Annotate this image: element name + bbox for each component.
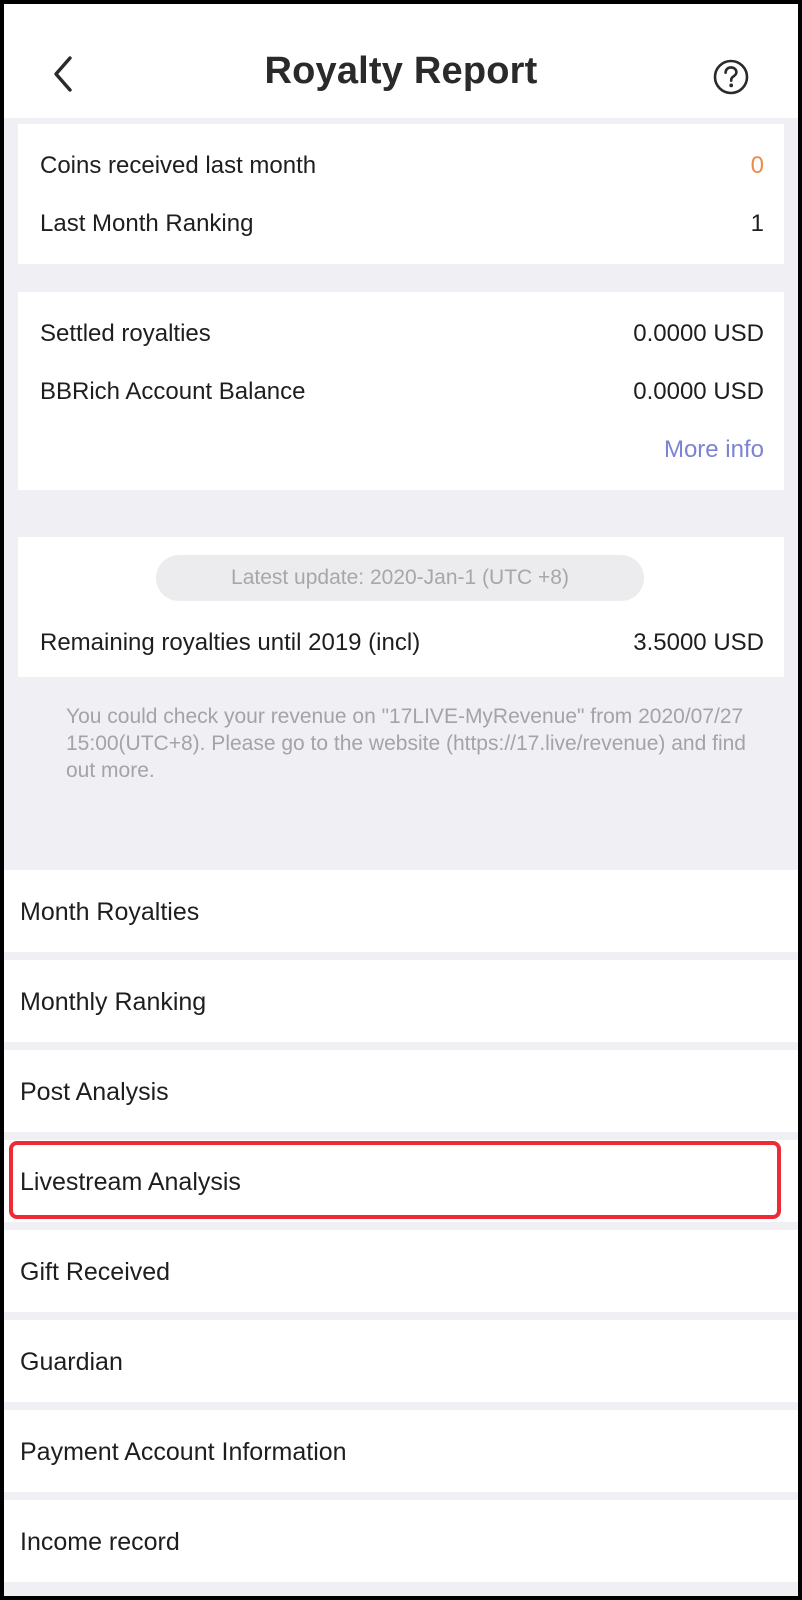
app-frame: Royalty Report Coins received last month…	[0, 0, 802, 1600]
page-title: Royalty Report	[264, 50, 538, 92]
ranking-value: 1	[750, 210, 764, 237]
menu-item-guardian[interactable]: Guardian	[4, 1320, 798, 1402]
remaining-royalties-card: Latest update: 2020-Jan-1 (UTC +8) Remai…	[18, 537, 784, 677]
summary-card: Coins received last month 0 Last Month R…	[18, 124, 784, 264]
account-balance-label: BBRich Account Balance	[40, 378, 306, 405]
royalties-card: Settled royalties 0.0000 USD BBRich Acco…	[18, 292, 784, 490]
help-button[interactable]	[712, 58, 750, 96]
menu-item-label: Post Analysis	[20, 1078, 169, 1106]
coins-label: Coins received last month	[40, 152, 317, 179]
coins-value: 0	[750, 152, 764, 179]
menu-item-monthly-ranking[interactable]: Monthly Ranking	[4, 960, 798, 1042]
menu-item-label: Month Royalties	[20, 898, 200, 926]
latest-update-badge: Latest update: 2020-Jan-1 (UTC +8)	[156, 555, 644, 601]
account-balance-value: 0.0000 USD	[633, 378, 764, 405]
menu-item-post-analysis[interactable]: Post Analysis	[4, 1050, 798, 1132]
menu-item-label: Payment Account Information	[20, 1438, 347, 1466]
more-info-link[interactable]: More info	[664, 436, 764, 464]
ranking-label: Last Month Ranking	[40, 210, 254, 237]
revenue-notice: You could check your revenue on "17LIVE-…	[66, 705, 746, 782]
menu-item-income-record[interactable]: Income record	[4, 1500, 798, 1582]
menu-item-gift-received[interactable]: Gift Received	[4, 1230, 798, 1312]
menu-item-label: Gift Received	[20, 1258, 171, 1286]
menu-item-label: Income record	[20, 1528, 180, 1556]
menu-item-label: Guardian	[20, 1348, 123, 1376]
menu-item-label: Monthly Ranking	[20, 988, 207, 1016]
question-circle-icon	[713, 59, 749, 95]
top-bar: Royalty Report	[4, 4, 798, 118]
menu-item-label: Livestream Analysis	[20, 1168, 241, 1196]
menu-item-livestream-analysis[interactable]: Livestream Analysis	[4, 1140, 798, 1222]
settled-royalties-value: 0.0000 USD	[633, 320, 764, 347]
settled-royalties-label: Settled royalties	[40, 320, 211, 347]
menu-item-payment-account-information[interactable]: Payment Account Information	[4, 1410, 798, 1492]
remaining-royalties-value: 3.5000 USD	[633, 629, 764, 656]
menu-item-month-royalties[interactable]: Month Royalties	[4, 870, 798, 952]
remaining-royalties-label: Remaining royalties until 2019 (incl)	[40, 629, 421, 656]
